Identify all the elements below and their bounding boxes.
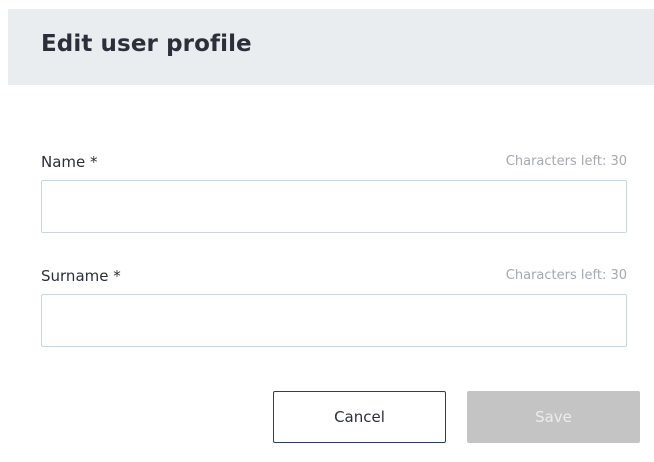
surname-character-counter: Characters left: 30	[505, 268, 627, 283]
name-character-counter: Characters left: 30	[505, 154, 627, 169]
name-input[interactable]	[41, 180, 627, 233]
cancel-button[interactable]: Cancel	[273, 391, 446, 443]
dialog-title: Edit user profile	[41, 31, 252, 57]
dialog-header: Edit user profile	[8, 9, 654, 85]
save-button[interactable]: Save	[467, 391, 640, 443]
name-label: Name *	[41, 153, 98, 171]
name-field-group: Name * Characters left: 30	[41, 153, 627, 233]
surname-field-group: Surname * Characters left: 30	[41, 267, 627, 347]
surname-label-row: Surname * Characters left: 30	[41, 267, 627, 289]
edit-user-profile-dialog: Edit user profile Name * Characters left…	[0, 0, 654, 462]
surname-input[interactable]	[41, 294, 627, 347]
name-label-row: Name * Characters left: 30	[41, 153, 627, 175]
surname-label: Surname *	[41, 267, 121, 285]
